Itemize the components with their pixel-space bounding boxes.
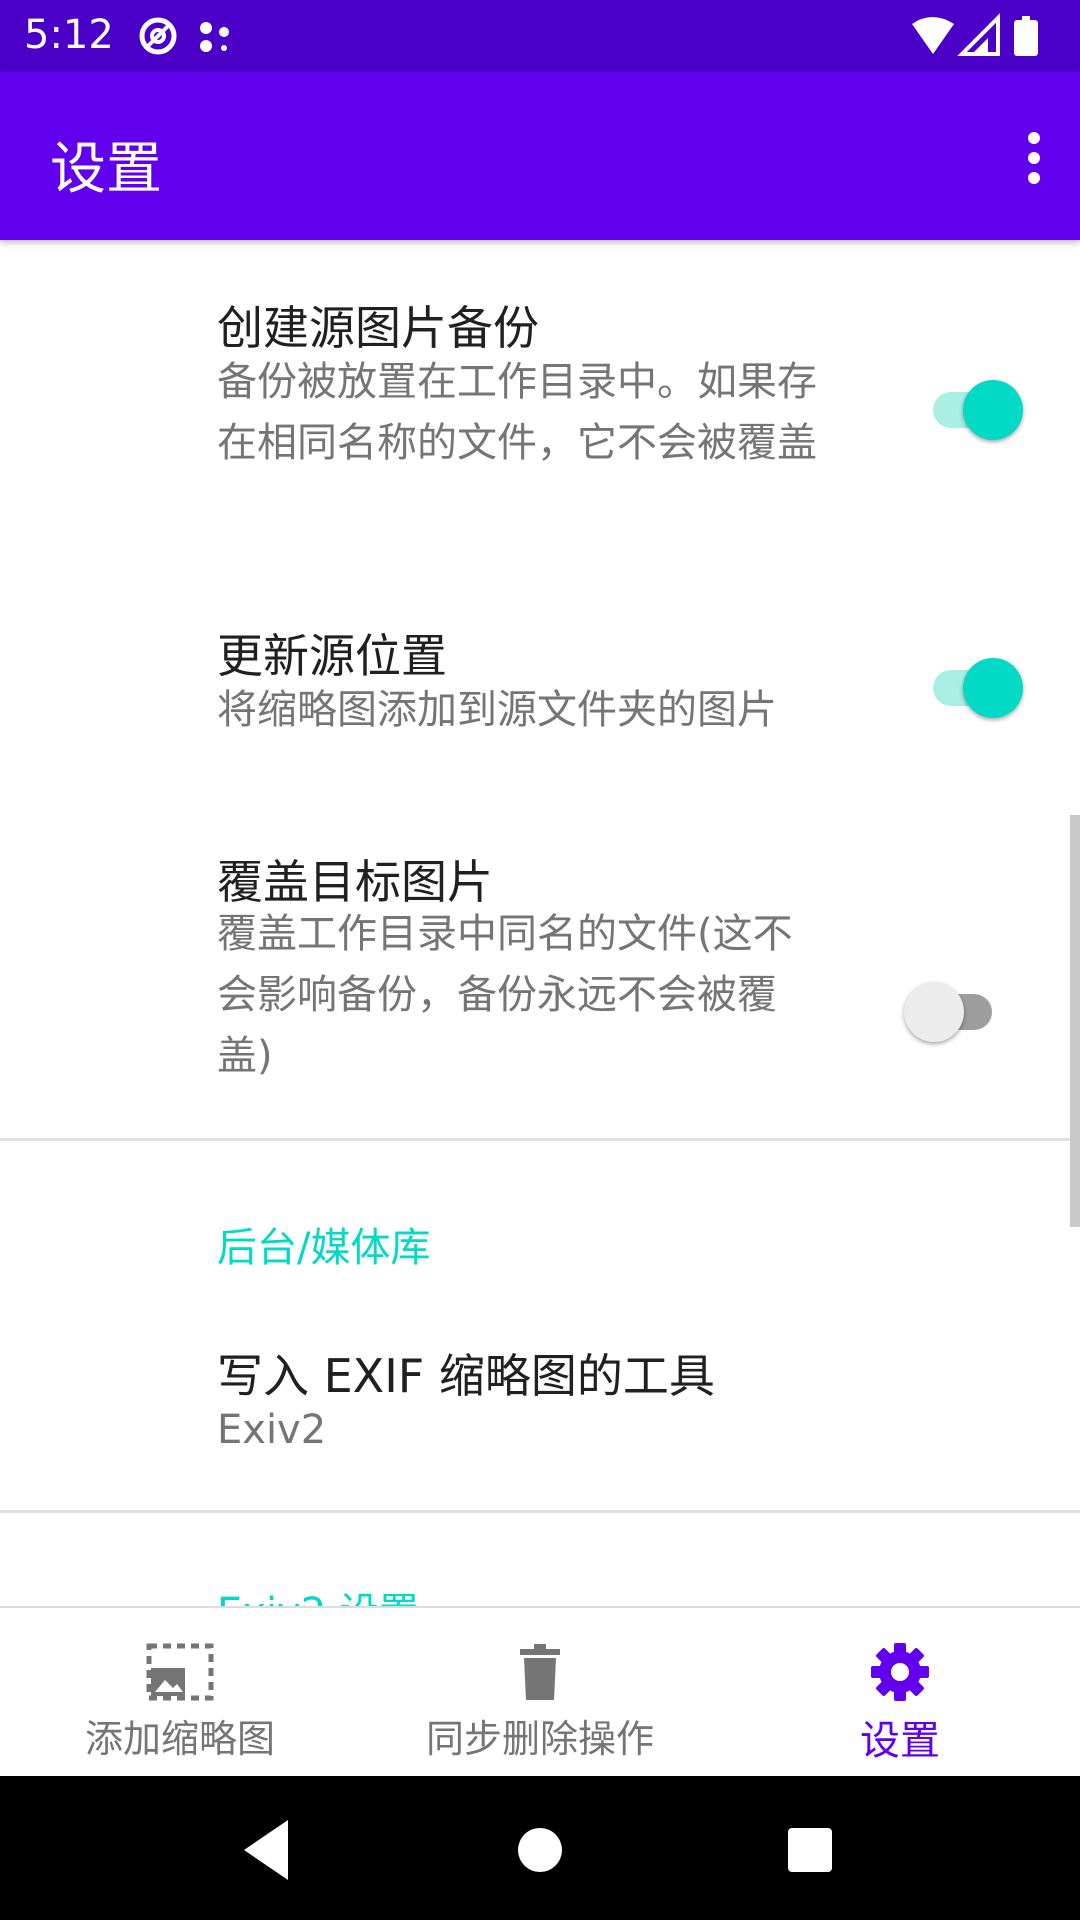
pref-value: Exiv2 [217,1407,327,1453]
pref-title: 更新源位置 [217,629,447,683]
pref-title: 创建源图片备份 [217,301,539,355]
pref-overwrite-target[interactable]: 覆盖目标图片 覆盖工作目录中同名的文件(这不会影响备份，备份永远不会被覆盖) [0,800,1080,1130]
switch-thumb [963,658,1023,718]
bottom-navigation: 添加缩略图 同步删除操作 设置 [0,1606,1080,1776]
status-bar: 5:12 [0,0,1080,72]
nav-label: 添加缩略图 [84,1717,275,1761]
settings-list[interactable]: 创建源图片备份 备份被放置在工作目录中。如果存在相同名称的文件，它不会被覆盖 更… [0,240,1080,1606]
pref-summary: 覆盖工作目录中同名的文件(这不会影响备份，备份永远不会被覆盖) [217,911,793,1079]
add-thumbnail-icon [145,1642,215,1702]
scrollbar[interactable] [1070,815,1080,1227]
battery-icon [1014,16,1038,56]
pref-create-backup[interactable]: 创建源图片备份 备份被放置在工作目录中。如果存在相同名称的文件，它不会被覆盖 [0,240,1080,540]
trash-icon [505,1642,575,1702]
gear-icon [865,1642,935,1702]
at-sign-icon [139,17,177,55]
pref-exif-tool[interactable]: 写入 EXIF 缩略图的工具 Exiv2 [0,1300,1080,1460]
status-system-icons [910,12,1060,62]
pref-summary: 将缩略图添加到源文件夹的图片 [217,687,777,733]
status-time: 5:12 [24,12,114,58]
pref-title: 写入 EXIF 缩略图的工具 [217,1349,715,1403]
switch-thumb [904,982,964,1042]
section-divider [0,1510,1080,1513]
back-icon [244,1820,288,1880]
pref-update-source-location[interactable]: 更新源位置 将缩略图添加到源文件夹的图片 [0,570,1080,770]
nav-add-thumbnail[interactable]: 添加缩略图 [0,1608,360,1778]
overwrite-target-switch[interactable] [904,973,1010,1043]
more-vert-icon [1028,132,1040,184]
wifi-icon [912,17,954,54]
dots-icon [200,22,229,52]
section-divider [0,1138,1080,1141]
signal-icon [957,13,1000,56]
nav-sync-delete[interactable]: 同步删除操作 [360,1608,720,1778]
app-bar: 设置 [0,72,1080,240]
category-header-exiv2: Exiv2 设置 [217,1580,419,1606]
nav-label: 同步删除操作 [425,1717,654,1761]
category-header-backend: 后台/媒体库 [217,1225,431,1271]
overflow-menu-button[interactable] [1014,128,1054,188]
home-icon [518,1828,562,1872]
pref-title: 覆盖目标图片 [217,855,493,909]
switch-thumb [963,380,1023,440]
nav-label: 设置 [860,1718,940,1764]
status-notification-icons [136,14,246,62]
pref-summary: 备份被放置在工作目录中。如果存在相同名称的文件，它不会被覆盖 [217,359,817,466]
update-source-location-switch[interactable] [925,649,1025,719]
page-title: 设置 [50,137,162,202]
recents-icon [788,1828,832,1872]
nav-settings[interactable]: 设置 [720,1608,1080,1778]
system-navigation-bar [0,1776,1080,1920]
create-backup-switch[interactable] [925,371,1025,441]
